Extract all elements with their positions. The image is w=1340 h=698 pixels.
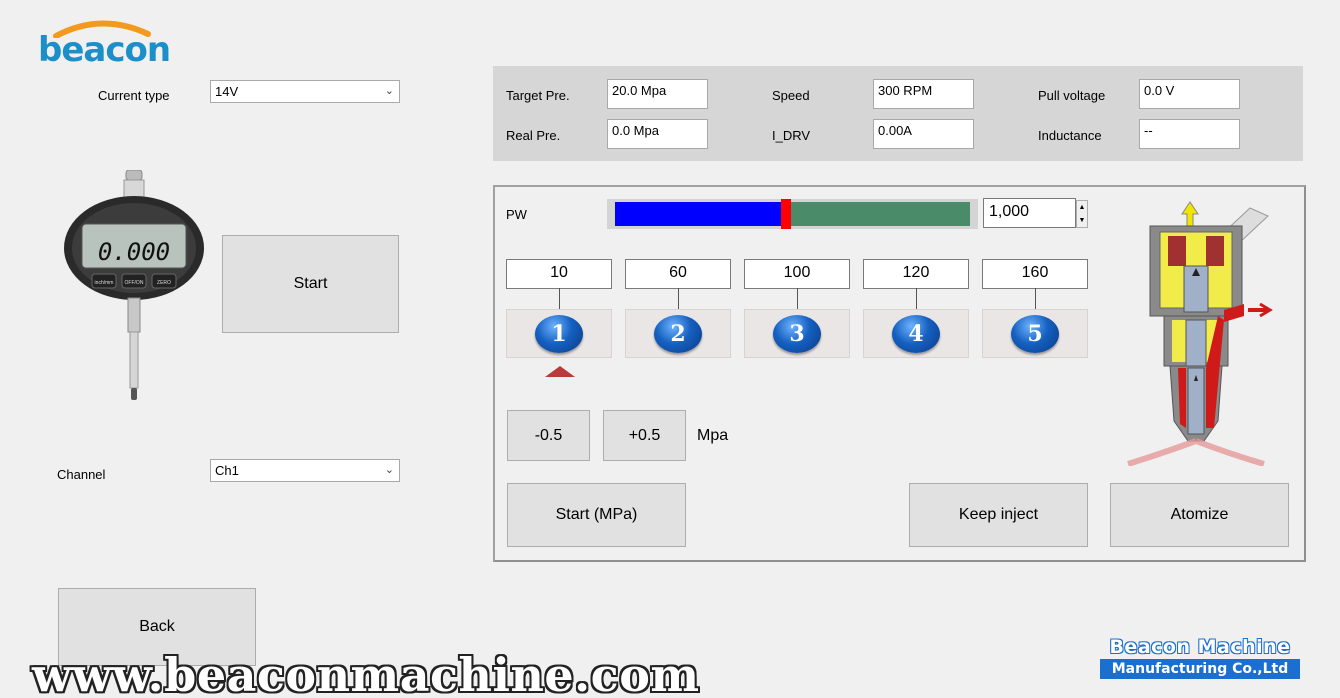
logo-text: beacon (38, 30, 171, 70)
preset-button-1[interactable]: 1 (506, 309, 612, 358)
gauge-btn-zero: ZERO (157, 280, 171, 286)
pw-slider-fill (615, 202, 785, 226)
keep-inject-button[interactable]: Keep inject (909, 483, 1088, 547)
channel-select[interactable]: Ch1 ⌄ (210, 459, 400, 482)
pressure-unit-label: Mpa (697, 427, 729, 444)
current-type-value: 14V (215, 84, 239, 99)
pressure-plus-button[interactable]: +0.5 (603, 410, 686, 461)
start-mpa-button[interactable]: Start (MPa) (507, 483, 686, 547)
spin-up-icon[interactable]: ▲ (1077, 201, 1087, 214)
preset-button-2[interactable]: 2 (625, 309, 731, 358)
pw-slider[interactable] (607, 199, 978, 229)
website-watermark: www.beaconmachine.com (32, 648, 700, 698)
preset-number-icon: 2 (654, 314, 702, 353)
selected-preset-indicator-icon (545, 366, 575, 377)
idrv-label: I_DRV (772, 128, 811, 143)
preset-connector-line (678, 288, 679, 310)
company-logo: Beacon Machine Manufacturing Co.,Ltd (1100, 636, 1300, 679)
current-type-label: Current type (98, 88, 170, 103)
preset-number-icon: 3 (773, 314, 821, 353)
chevron-down-icon: ⌄ (384, 464, 394, 476)
preset-connector-line (797, 288, 798, 310)
preset-number-icon: 4 (892, 314, 940, 353)
preset-value-field[interactable]: 120 (863, 259, 969, 289)
gauge-reading: 0.000 (98, 238, 170, 266)
target-pre-field: 20.0 Mpa (607, 79, 708, 109)
preset-value-field[interactable]: 10 (506, 259, 612, 289)
real-pre-label: Real Pre. (506, 128, 561, 143)
preset-value-field[interactable]: 100 (744, 259, 850, 289)
inductance-field: -- (1139, 119, 1240, 149)
spin-down-icon[interactable]: ▼ (1077, 214, 1087, 227)
start-button[interactable]: Start (222, 235, 399, 333)
idrv-field: 0.00A (873, 119, 974, 149)
preset-connector-line (916, 288, 917, 310)
company-line1: Beacon Machine (1109, 636, 1291, 658)
dial-gauge-image: 0.000 inch/mm OFF/ON ZERO (62, 169, 208, 402)
speed-label: Speed (772, 88, 810, 103)
pull-voltage-field: 0.0 V (1139, 79, 1240, 109)
pw-label: PW (506, 207, 527, 222)
preset-button-4[interactable]: 4 (863, 309, 969, 358)
channel-label: Channel (57, 467, 106, 482)
injector-diagram-image (1120, 196, 1280, 467)
gauge-btn-inch: inch/mm (95, 280, 114, 286)
pressure-minus-button[interactable]: -0.5 (507, 410, 590, 461)
gauge-btn-off: OFF/ON (125, 280, 144, 286)
chevron-down-icon: ⌄ (384, 85, 394, 97)
pull-voltage-label: Pull voltage (1038, 88, 1106, 103)
pw-slider-thumb[interactable] (781, 199, 791, 229)
preset-connector-line (559, 288, 560, 310)
pw-slider-rest (785, 202, 970, 226)
preset-number-icon: 5 (1011, 314, 1059, 353)
pw-value-input[interactable]: 1,000 (983, 198, 1076, 228)
preset-button-5[interactable]: 5 (982, 309, 1088, 358)
target-pre-label: Target Pre. (506, 88, 570, 103)
company-line2: Manufacturing Co.,Ltd (1100, 659, 1300, 679)
preset-number-icon: 1 (535, 314, 583, 353)
preset-button-3[interactable]: 3 (744, 309, 850, 358)
atomize-button[interactable]: Atomize (1110, 483, 1289, 547)
real-pre-field: 0.0 Mpa (607, 119, 708, 149)
beacon-logo: beacon (38, 18, 171, 70)
preset-connector-line (1035, 288, 1036, 310)
channel-value: Ch1 (215, 463, 239, 478)
inductance-label: Inductance (1038, 128, 1102, 143)
preset-value-field[interactable]: 160 (982, 259, 1088, 289)
speed-field: 300 RPM (873, 79, 974, 109)
preset-value-field[interactable]: 60 (625, 259, 731, 289)
current-type-select[interactable]: 14V ⌄ (210, 80, 400, 103)
pw-spin-arrows[interactable]: ▲ ▼ (1076, 200, 1088, 228)
